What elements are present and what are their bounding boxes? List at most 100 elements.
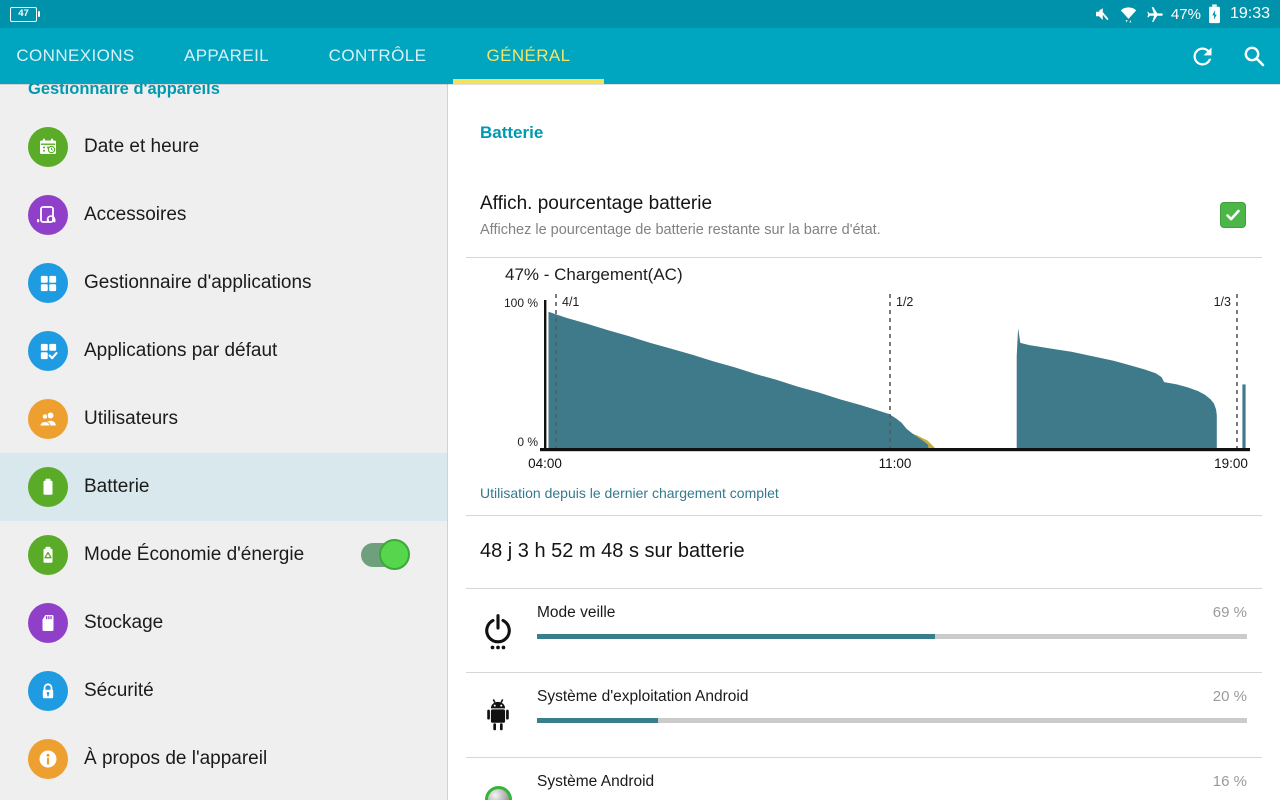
sidebar-item-application-manager[interactable]: Gestionnaire d'applications (0, 249, 447, 317)
svg-text:04:00: 04:00 (528, 456, 562, 471)
security-lock-icon (28, 671, 68, 711)
usage-percent: 69 % (1212, 604, 1247, 621)
usage-name: Système Android (537, 773, 655, 790)
application-manager-icon (28, 263, 68, 303)
tab-label: APPAREIL (183, 46, 270, 65)
svg-text:100 %: 100 % (504, 296, 538, 310)
usage-row-android-os[interactable]: Système d'exploitation Android 20 % (466, 673, 1262, 756)
battery-icon (28, 467, 68, 507)
usage-name: Système d'exploitation Android (537, 688, 749, 705)
sidebar-item-accessories[interactable]: Accessoires (0, 181, 447, 249)
settings-sidebar: Gestionnaire d'appareils Date et heure A… (0, 84, 448, 800)
battery-percentage-checkbox[interactable] (1220, 202, 1246, 228)
tab-connexions[interactable]: CONNEXIONS (0, 28, 151, 84)
active-tab-underline (453, 79, 604, 84)
airplane-mode-icon (1147, 6, 1163, 22)
usage-bar-fill (537, 634, 935, 639)
usage-row-main: Système Android 16 % (530, 758, 1262, 800)
android-system-icon (466, 758, 530, 800)
tab-label: GÉNÉRAL (486, 46, 571, 65)
toggle-knob (379, 539, 410, 570)
sidebar-item-users[interactable]: Utilisateurs (0, 385, 447, 453)
usage-row-main: Système d'exploitation Android 20 % (530, 673, 1262, 756)
sidebar-item-storage[interactable]: Stockage (0, 589, 447, 657)
usage-row-main: Mode veille 69 % (530, 589, 1262, 672)
battery-chart-title: 47% - Chargement(AC) (505, 265, 683, 284)
date-time-icon (28, 127, 68, 167)
sidebar-item-battery[interactable]: Batterie (0, 453, 447, 521)
sidebar-item-label: Mode Économie d'énergie (84, 544, 305, 565)
usage-bar-track (537, 718, 1247, 723)
accessories-icon (28, 195, 68, 235)
muted-speaker-icon (1095, 8, 1109, 20)
battery-level-text: 47 (18, 8, 29, 20)
tab-label: CONNEXIONS (16, 46, 135, 65)
users-icon (28, 399, 68, 439)
sidebar-item-label: Batterie (84, 476, 150, 497)
svg-text:11:00: 11:00 (879, 456, 912, 471)
default-applications-icon (28, 331, 68, 371)
sidebar-item-power-saving[interactable]: Mode Économie d'énergie (0, 521, 447, 589)
tab-controle[interactable]: CONTRÔLE (302, 28, 453, 84)
about-device-icon (28, 739, 68, 779)
android-os-icon (466, 673, 530, 756)
svg-text:19:00: 19:00 (1214, 456, 1248, 471)
app-body: Gestionnaire d'appareils Date et heure A… (0, 84, 1280, 800)
search-icon[interactable] (1242, 44, 1266, 68)
usage-row-standby[interactable]: Mode veille 69 % (466, 589, 1262, 672)
standby-power-icon (466, 589, 530, 672)
panel-title: Batterie (480, 123, 544, 142)
tab-general[interactable]: GÉNÉRAL (453, 28, 604, 84)
power-saving-toggle[interactable] (361, 539, 410, 570)
storage-icon (28, 603, 68, 643)
svg-text:0 %: 0 % (517, 435, 538, 449)
sidebar-item-date-time[interactable]: Date et heure (0, 113, 447, 181)
sidebar-item-label: Date et heure (84, 136, 200, 157)
tab-label: CONTRÔLE (328, 46, 427, 65)
sidebar-item-label: Sécurité (84, 680, 154, 701)
usage-percent: 16 % (1212, 773, 1247, 790)
battery-percentage-setting-subtitle: Affichez le pourcentage de batterie rest… (480, 222, 881, 238)
clock-text: 19:33 (1229, 5, 1270, 22)
svg-text:1/3: 1/3 (1214, 295, 1231, 309)
refresh-icon[interactable] (1189, 43, 1216, 70)
battery-history-chart[interactable]: 4/1 1/2 1/3 100 % 0 % 04:00 11:00 19:00 (466, 290, 1262, 480)
wifi-icon (1120, 7, 1137, 23)
sidebar-item-label: Gestionnaire d'applications (84, 272, 312, 293)
sidebar-item-label: Applications par défaut (84, 340, 278, 361)
settings-screen: 47 47% 19:33 CONNEXIONS APPAREIL CONTRÔL… (0, 0, 1280, 800)
battery-panel: Batterie Affich. pourcentage batterie Af… (448, 84, 1280, 800)
sidebar-item-about-device[interactable]: À propos de l'appareil (0, 725, 447, 793)
usage-percent: 20 % (1212, 688, 1247, 705)
tab-appareil[interactable]: APPAREIL (151, 28, 302, 84)
status-bar: 47 47% 19:33 (0, 0, 1280, 28)
power-saving-icon (28, 535, 68, 575)
battery-percent-text: 47% (1170, 5, 1201, 23)
checkmark-icon (1226, 209, 1240, 221)
usage-name: Mode veille (537, 604, 616, 621)
tab-bar: CONNEXIONS APPAREIL CONTRÔLE GÉNÉRAL (0, 28, 1280, 84)
usage-bar-fill (537, 718, 658, 723)
status-bar-left: 47 (10, 6, 40, 22)
battery-charging-icon (1208, 4, 1220, 24)
battery-percentage-setting-title[interactable]: Affich. pourcentage batterie (480, 193, 712, 215)
divider (466, 257, 1262, 258)
battery-level-icon: 47 (10, 6, 40, 22)
sidebar-item-label: À propos de l'appareil (84, 748, 268, 769)
sidebar-item-label: Utilisateurs (84, 408, 178, 429)
status-bar-right: 47% 19:33 (1092, 4, 1270, 24)
sidebar-item-label: Accessoires (84, 204, 187, 225)
svg-text:4/1: 4/1 (562, 295, 579, 309)
divider (466, 515, 1262, 516)
sidebar-list: Date et heure Accessoires Gestionnaire d… (0, 113, 447, 793)
sidebar-section-header: Gestionnaire d'appareils (28, 84, 220, 98)
tabbar-actions (1189, 28, 1266, 84)
sidebar-item-label: Stockage (84, 612, 164, 633)
svg-text:1/2: 1/2 (896, 295, 913, 309)
usage-bar-track (537, 634, 1247, 639)
usage-row-android-system[interactable]: Système Android 16 % (466, 758, 1262, 800)
sidebar-item-default-applications[interactable]: Applications par défaut (0, 317, 447, 385)
sidebar-item-security[interactable]: Sécurité (0, 657, 447, 725)
usage-since-charge-link[interactable]: Utilisation depuis le dernier chargement… (480, 485, 779, 501)
time-on-battery-text: 48 j 3 h 52 m 48 s sur batterie (480, 540, 745, 562)
